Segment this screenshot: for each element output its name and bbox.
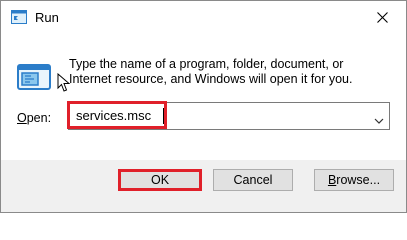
dialog-content: Type the name of a program, folder, docu… [1,35,406,160]
title-bar[interactable]: Run [1,1,406,35]
open-combobox[interactable]: services.msc [67,101,390,130]
open-input-value[interactable]: services.msc [76,108,151,123]
run-icon [16,57,52,93]
close-icon [377,12,388,23]
ok-button[interactable]: OK [118,169,202,191]
browse-button[interactable]: Browse... [314,169,394,191]
chevron-down-icon[interactable] [374,112,384,124]
run-icon [11,10,27,24]
run-dialog: Run Type the name of a program, folder, … [0,0,407,213]
mouse-cursor-icon [57,72,71,93]
text-caret [163,108,164,124]
window-title: Run [35,10,59,25]
open-label: Open: [17,111,52,125]
close-button[interactable] [366,5,400,31]
dialog-description: Type the name of a program, folder, docu… [69,57,353,86]
cancel-button[interactable]: Cancel [213,169,293,191]
